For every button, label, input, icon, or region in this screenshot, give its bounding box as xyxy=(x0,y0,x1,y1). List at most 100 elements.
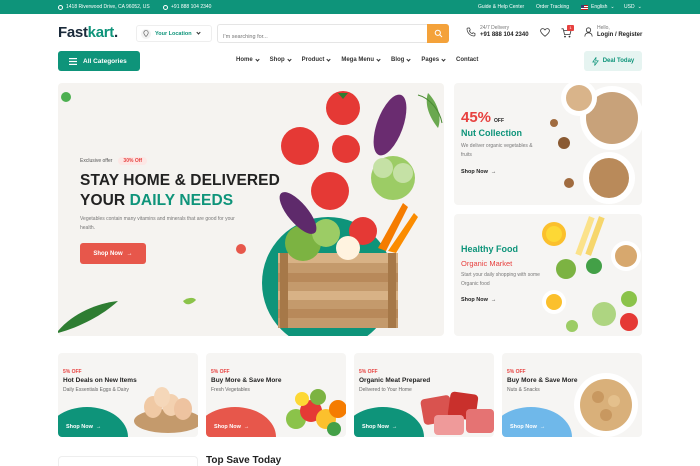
card-discount: 5% OFF xyxy=(63,369,82,375)
nav-item-blog[interactable]: Blog xyxy=(391,56,411,63)
nut-shop-now-link[interactable]: Shop Now → xyxy=(461,169,496,175)
arrow-right-icon: → xyxy=(126,250,133,257)
phone-icon xyxy=(163,4,168,10)
nav-label: Contact xyxy=(456,57,479,63)
search-input[interactable] xyxy=(218,28,423,46)
chevron-down-icon xyxy=(406,56,411,62)
all-categories-button[interactable]: All Categories xyxy=(58,51,140,71)
nav-item-product[interactable]: Product xyxy=(301,56,331,63)
cart-count-badge: 1 xyxy=(567,25,574,31)
card-discount: 5% OFF xyxy=(211,369,230,375)
nav-item-pages[interactable]: Pages xyxy=(421,56,446,63)
hero-description: Vegetables contain many vitamins and min… xyxy=(80,216,235,231)
healthy-shop-now-link[interactable]: Shop Now → xyxy=(461,297,496,303)
card-title: Hot Deals on New Items xyxy=(63,377,137,384)
top-bar: 1418 Riverwood Drive, CA 96052, US +91 8… xyxy=(0,0,700,14)
order-tracking-link[interactable]: Order Tracking xyxy=(536,4,569,10)
user-account[interactable]: Hello, Login / Register xyxy=(584,25,642,38)
nav-item-home[interactable]: Home xyxy=(236,56,260,63)
menu-icon xyxy=(69,57,77,65)
card-shop-now-button[interactable]: Shop Now → xyxy=(362,424,397,430)
nav-label: Home xyxy=(236,57,253,63)
deal-card-nuts[interactable]: 5% OFF Buy More & Save More Nuts & Snack… xyxy=(502,353,642,437)
card-title: Buy More & Save More xyxy=(211,377,282,384)
map-pin-icon xyxy=(141,28,151,39)
user-greeting: Hello, xyxy=(597,25,610,31)
guide-link[interactable]: Guide & Help Center xyxy=(478,4,524,10)
healthy-food-description: Start your daily shopping with some Orga… xyxy=(461,272,540,287)
nav-label: Product xyxy=(301,57,325,63)
chevron-down-icon: ⌄ xyxy=(610,4,615,10)
card-title: Buy More & Save More xyxy=(507,377,578,384)
search-icon xyxy=(434,29,442,38)
sidebar-panel xyxy=(58,456,198,466)
nav-label: Pages xyxy=(421,57,440,63)
card-subtitle: Nuts & Snacks xyxy=(507,387,540,393)
chevron-down-icon xyxy=(326,56,331,62)
card-discount: 5% OFF xyxy=(507,369,526,375)
deal-today-label: Deal Today xyxy=(602,58,635,64)
card-shop-now-button[interactable]: Shop Now → xyxy=(510,424,545,430)
currency-select[interactable]: USD ⌄ xyxy=(624,4,642,10)
healthy-food-banner[interactable]: Healthy Food Organic Market Start your d… xyxy=(454,214,642,336)
hero-title-highlight: DAILY NEEDS xyxy=(129,192,234,209)
chevron-down-icon xyxy=(441,56,446,62)
card-shop-now-button[interactable]: Shop Now → xyxy=(66,424,101,430)
card-button-label: Shop Now xyxy=(510,424,537,430)
phone-text: +91 888 104 2340 xyxy=(171,4,212,10)
main-nav: Home Shop Product Mega Menu Blog Pages C… xyxy=(236,56,489,63)
phone-call-icon xyxy=(466,27,476,36)
location-selector[interactable]: Your Location xyxy=(136,25,212,42)
deal-today-button[interactable]: Deal Today xyxy=(584,51,642,71)
search-bar xyxy=(217,24,449,46)
nav-label: Blog xyxy=(391,57,405,63)
card-shop-now-button[interactable]: Shop Now → xyxy=(214,424,249,430)
nav-item-mega-menu[interactable]: Mega Menu xyxy=(341,56,381,63)
logo[interactable]: Fastkart. xyxy=(58,24,118,41)
search-button[interactable] xyxy=(427,24,449,43)
hero-badge: Exclusive offer 30% Off xyxy=(80,157,148,165)
language-select[interactable]: English ⌄ xyxy=(581,4,615,10)
logo-dot: . xyxy=(113,24,118,41)
chevron-down-icon xyxy=(195,30,201,35)
nut-discount-percent: 45% xyxy=(461,109,492,126)
hero-title-your: YOUR xyxy=(80,192,126,209)
delivery-info[interactable]: 24/7 Delivery +91 888 104 2340 xyxy=(466,25,529,38)
currency-label: USD xyxy=(624,4,635,10)
heart-icon[interactable] xyxy=(540,28,550,37)
deal-card-meat[interactable]: 5% OFF Organic Meat Prepared Delivered t… xyxy=(354,353,494,437)
card-subtitle: Delivered to Your Home xyxy=(359,387,412,393)
nav-label: Mega Menu xyxy=(341,57,375,63)
hero-shop-now-button[interactable]: Shop Now → xyxy=(80,243,146,264)
chevron-down-icon xyxy=(255,56,260,62)
card-subtitle: Daily Essentials Eggs & Dairy xyxy=(63,387,129,393)
deal-card-eggs[interactable]: 5% OFF Hot Deals on New Items Daily Esse… xyxy=(58,353,198,437)
nav-label: Shop xyxy=(269,57,285,63)
lightning-icon xyxy=(591,56,599,66)
user-icon xyxy=(584,26,593,37)
arrow-right-icon: → xyxy=(490,169,497,175)
top-save-heading: Top Save Today xyxy=(206,455,282,466)
chevron-down-icon: ⌄ xyxy=(637,4,642,10)
nav-item-shop[interactable]: Shop xyxy=(269,56,292,63)
phone-info: +91 888 104 2340 xyxy=(163,4,211,10)
deal-card-vegetables[interactable]: 5% OFF Buy More & Save More Fresh Vegeta… xyxy=(206,353,346,437)
hero-button-label: Shop Now xyxy=(93,250,123,257)
nut-collection-banner[interactable]: 45% OFF Nut Collection We deliver organi… xyxy=(454,83,642,205)
delivery-phone: +91 888 104 2340 xyxy=(480,32,529,38)
all-categories-label: All Categories xyxy=(83,57,127,65)
hero-title-line2: YOUR DAILY NEEDS xyxy=(80,191,280,211)
address-text: 1418 Riverwood Drive, CA 96052, US xyxy=(66,4,150,10)
healthy-shop-now-label: Shop Now xyxy=(461,297,488,303)
delivery-label: 24/7 Delivery xyxy=(480,25,510,31)
nut-banner-description: We deliver organic vegetables & fruits xyxy=(461,143,533,158)
card-button-label: Shop Now xyxy=(66,424,93,430)
nav-item-contact[interactable]: Contact xyxy=(456,57,478,63)
nut-discount-off: OFF xyxy=(494,118,504,124)
login-register-link[interactable]: Login / Register xyxy=(597,32,642,38)
language-label: English xyxy=(591,4,608,10)
arrow-right-icon: → xyxy=(95,424,102,430)
hero-banner: Exclusive offer 30% Off STAY HOME & DELI… xyxy=(58,83,444,336)
arrow-right-icon: → xyxy=(539,424,546,430)
card-discount: 5% OFF xyxy=(359,369,378,375)
